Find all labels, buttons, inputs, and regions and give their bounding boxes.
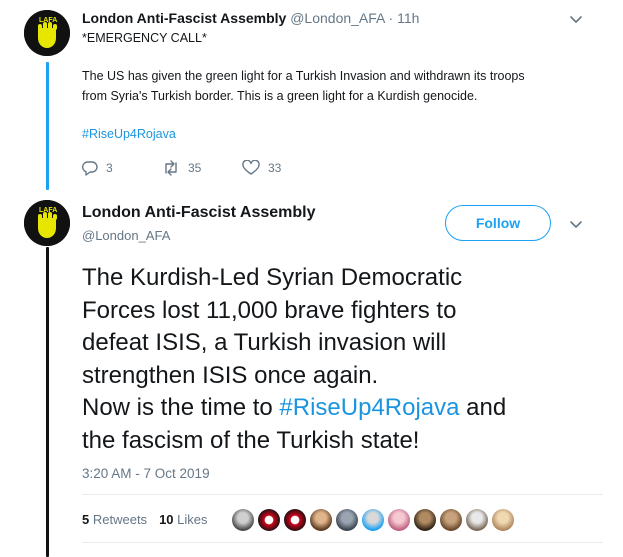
tweet-text-line: strengthen ISIS once again. (82, 361, 379, 389)
reply-count: 3 (106, 161, 113, 175)
liker-avatar[interactable] (258, 509, 280, 531)
like-action[interactable]: 33 (242, 160, 281, 176)
author-handle[interactable]: @London_AFA (82, 228, 170, 243)
tweet-text-line: defeat ISIS, a Turkish invasion will (82, 329, 447, 356)
tweet-header: London Anti-Fascist Assembly @London_AFA… (82, 10, 419, 26)
chevron-down-icon[interactable] (569, 12, 583, 26)
likes-stat[interactable]: 10 Likes (159, 512, 207, 527)
divider (82, 494, 603, 495)
tweet-text-line: The US has given the green light for a T… (82, 69, 525, 83)
liker-avatar[interactable] (362, 509, 384, 531)
liker-avatar[interactable] (388, 509, 410, 531)
svg-text:LAFA: LAFA (39, 207, 57, 214)
follow-button[interactable]: Follow (445, 205, 551, 241)
liker-avatar[interactable] (336, 509, 358, 531)
chevron-down-icon[interactable] (569, 217, 583, 231)
divider (82, 542, 603, 543)
liker-avatar[interactable] (284, 509, 306, 531)
hashtag-link[interactable]: #RiseUp4Rojava (82, 124, 176, 144)
liker-avatar[interactable] (440, 509, 462, 531)
tweet-text-line: from Syria's Turkish border. This is a g… (82, 89, 478, 103)
author-handle[interactable]: @London_AFA (290, 10, 384, 26)
author-name[interactable]: London Anti-Fascist Assembly (82, 204, 316, 222)
tweet-text-line: The Kurdish-Led Syrian Democratic (82, 264, 463, 291)
retweets-stat[interactable]: 5 Retweets (82, 512, 147, 527)
avatar[interactable]: LAFA (24, 10, 70, 56)
likes-label: Likes (177, 512, 208, 527)
separator-dot: · (388, 10, 394, 26)
liker-avatar[interactable] (414, 509, 436, 531)
heart-icon (242, 160, 260, 175)
tweet-text: The Kurdish-Led Syrian Democratic Forces… (82, 262, 602, 457)
lafa-logo: LAFA (24, 10, 70, 56)
hashtag-link[interactable]: #RiseUp4Rojava (279, 394, 459, 421)
liker-avatars (232, 509, 514, 531)
thread-connector-line-main (46, 247, 49, 557)
tweet-text-line: the fascism of the Turkish state! (82, 426, 420, 454)
lafa-logo: LAFA (24, 200, 70, 246)
retweets-count: 5 (82, 512, 90, 527)
like-count: 33 (268, 161, 282, 175)
tweet-text-fragment: and (459, 394, 507, 421)
engagement-stats: 5 Retweets 10 Likes (82, 512, 208, 527)
reply-icon (82, 161, 98, 176)
likes-count: 10 (159, 512, 174, 527)
liker-avatar[interactable] (310, 509, 332, 531)
tweet-text-line: Forces lost 11,000 brave fighters to (82, 296, 457, 324)
retweet-icon (165, 160, 177, 176)
tweet-text-emergency: *EMERGENCY CALL* (82, 31, 207, 45)
retweet-count: 35 (188, 161, 202, 175)
svg-text:LAFA: LAFA (39, 17, 57, 24)
thread-connector-line (46, 62, 49, 190)
retweets-label: Retweets (92, 512, 148, 527)
author-name[interactable]: London Anti-Fascist Assembly (82, 10, 286, 26)
tweet-timestamp[interactable]: 3:20 AM - 7 Oct 2019 (82, 466, 210, 481)
tweet-actions: 3 35 33 (82, 160, 281, 176)
reply-action[interactable]: 3 (82, 160, 162, 176)
tweet-text-fragment: Now is the time to (82, 394, 280, 421)
tweet-text-line: Now is the time to #RiseUp4Rojava and (82, 392, 602, 425)
tweet-time[interactable]: 11h (397, 10, 419, 26)
avatar[interactable]: LAFA (24, 200, 70, 246)
liker-avatar[interactable] (466, 509, 488, 531)
liker-avatar[interactable] (232, 509, 254, 531)
liker-avatar[interactable] (492, 509, 514, 531)
retweet-action[interactable]: 35 (162, 160, 242, 176)
